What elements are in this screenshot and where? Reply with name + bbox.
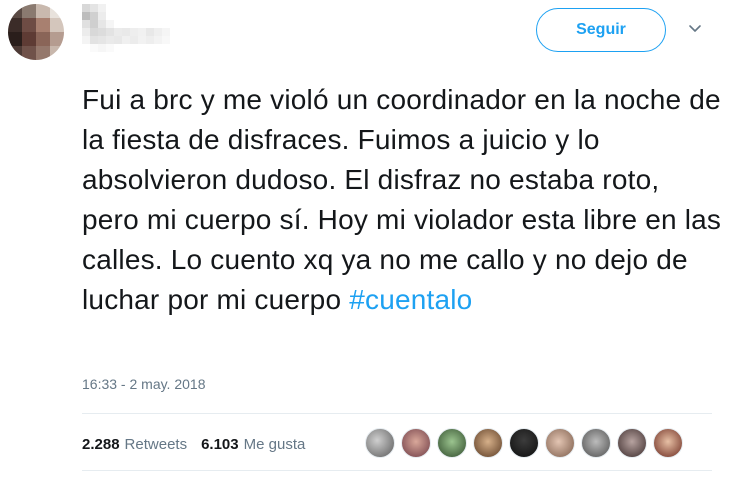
liker-avatar[interactable] [581,428,611,458]
avatar-pixel [36,18,50,32]
avatar-pixel [22,46,36,60]
hashtag-link[interactable]: #cuentalo [349,284,472,315]
follow-button[interactable]: Seguir [536,8,666,52]
avatar-pixel [36,4,50,18]
divider [82,470,712,471]
avatar-pixel [36,32,50,46]
tweet-text: Fui a brc y me violó un coordinador en l… [82,80,722,320]
liker-avatar[interactable] [401,428,431,458]
liker-avatar[interactable] [473,428,503,458]
liker-avatar[interactable] [509,428,539,458]
avatar-pixel [8,18,22,32]
tweet-body: Fui a brc y me violó un coordinador en l… [82,84,722,315]
avatar-pixel [8,4,22,18]
retweets-stat[interactable]: 2.288 Retweets [82,436,187,453]
avatar-pixel [22,4,36,18]
avatar-pixel [50,18,64,32]
avatar-pixel [50,32,64,46]
liker-avatar[interactable] [617,428,647,458]
liker-avatar[interactable] [437,428,467,458]
avatar-pixel [22,32,36,46]
liker-avatar[interactable] [365,428,395,458]
username-redacted [82,4,178,52]
likers-avatars [365,428,689,458]
avatar-pixel [22,18,36,32]
avatar[interactable] [8,4,64,60]
divider [82,413,712,414]
liker-avatar[interactable] [653,428,683,458]
tweet-timestamp[interactable]: 16:33 - 2 may. 2018 [82,376,205,392]
liker-avatar[interactable] [545,428,575,458]
likes-label: Me gusta [243,435,306,453]
chevron-down-icon[interactable] [688,22,702,36]
avatar-pixel [36,46,50,60]
retweets-count: 2.288 [82,435,120,453]
avatar-pixel [50,46,64,60]
avatar-pixel [8,32,22,46]
retweets-label: Retweets [124,435,188,453]
tweet-stats: 2.288 Retweets 6.103 Me gusta [82,428,319,460]
likes-stat[interactable]: 6.103 Me gusta [201,436,305,453]
avatar-pixel [50,4,64,18]
likes-count: 6.103 [201,435,239,453]
avatar-pixel [8,46,22,60]
